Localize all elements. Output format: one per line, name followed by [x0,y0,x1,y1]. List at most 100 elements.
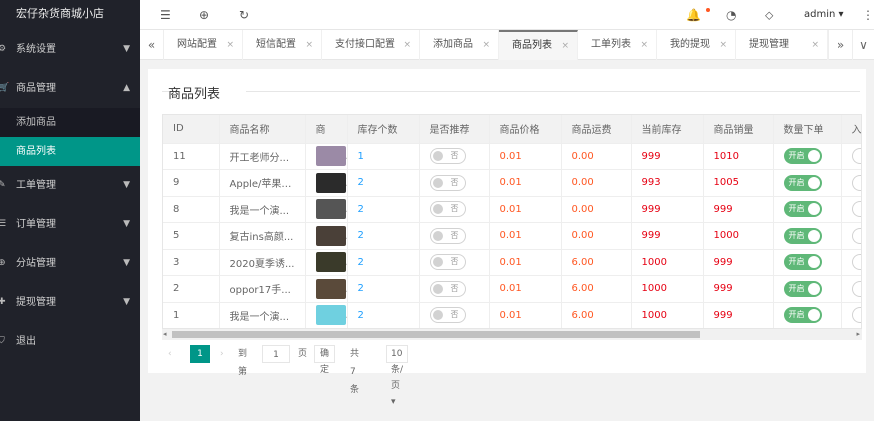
tabs-scroll-right-icon[interactable]: » [828,30,852,60]
cell-price: 0.01 [489,143,562,170]
goto-page-input[interactable]: 1 [262,345,290,363]
order-switch[interactable]: 开启 [783,307,822,324]
product-thumbnail[interactable] [315,172,346,193]
cell-stock-count[interactable]: 2 [347,222,420,250]
product-thumbnail[interactable] [315,252,346,273]
cell-stock-count[interactable]: 2 [347,302,420,329]
recommend-switch[interactable]: 否 [429,280,466,297]
column-header-recommend[interactable]: 是否推荐 [419,115,490,144]
column-header-order-switch[interactable]: 数量下单 [773,115,842,144]
column-header-price[interactable]: 商品价格 [489,115,562,144]
tabs-scroll-left-icon[interactable]: « [140,30,164,60]
column-header-shipping[interactable]: 商品运费 [561,115,632,144]
recommend-switch[interactable]: 否 [429,227,466,244]
tabs-dropdown-icon[interactable]: ∨ [852,30,874,60]
stock-in-switch[interactable] [851,227,861,244]
prev-page-icon[interactable]: ‹ [168,345,172,363]
cell-stock-count[interactable]: 1 [347,143,420,170]
stock-in-switch[interactable] [851,254,861,271]
sidebar-item-site-management[interactable]: ⊕ 分站管理 ▼ [0,244,140,283]
close-icon[interactable]: × [640,30,648,60]
cell-stock-count[interactable]: 2 [347,196,420,223]
recommend-switch[interactable]: 否 [429,174,466,191]
close-icon[interactable]: × [403,30,411,60]
order-switch[interactable]: 开启 [783,201,822,218]
page-current[interactable]: 1 [190,345,210,363]
next-page-icon[interactable]: › [220,345,224,363]
cell-stock-count[interactable]: 2 [347,275,420,303]
tab-ticket-list[interactable]: 工单列表 × [578,30,657,60]
recommend-switch[interactable]: 否 [429,148,466,165]
globe-icon[interactable]: ⊕ [199,0,209,30]
tab-sms-config[interactable]: 短信配置 × [243,30,322,60]
tab-add-product[interactable]: 添加商品 × [420,30,499,60]
bell-icon[interactable]: 🔔 [686,0,701,30]
close-icon[interactable]: × [561,32,569,60]
cell-price: 0.01 [489,275,562,303]
menu-fold-icon[interactable]: ☰ [160,0,171,30]
cell-sales: 999 [703,275,774,303]
column-header-stock-count[interactable]: 库存个数 [347,115,420,144]
order-switch[interactable]: 开启 [783,280,822,297]
page-size-select[interactable]: 10 条/页 ▾ [386,345,409,407]
column-header-current-stock[interactable]: 当前库存 [631,115,704,144]
product-thumbnail[interactable] [315,146,346,167]
tab-payment-config[interactable]: 支付接口配置 × [322,30,420,60]
sidebar-item-product-list[interactable]: 商品列表 [0,137,140,166]
cell-price: 0.01 [489,169,562,197]
order-switch[interactable]: 开启 [783,148,822,165]
stock-in-switch[interactable] [851,280,861,297]
refresh-icon[interactable]: ↻ [239,0,249,30]
sidebar-item-logout[interactable]: ⛉ 退出 [0,322,140,361]
tab-site-config[interactable]: 网站配置 × [164,30,243,60]
recommend-switch[interactable]: 否 [429,307,466,324]
sidebar-item-ticket-management[interactable]: ✎ 工单管理 ▼ [0,166,140,205]
scroll-left-arrow-icon[interactable]: ◂ [163,329,167,340]
close-icon[interactable]: × [226,30,234,60]
close-icon[interactable]: × [811,30,819,60]
column-header-image[interactable]: 商 [305,115,348,144]
dashboard-icon[interactable]: ◔ [726,0,736,30]
product-thumbnail[interactable] [315,225,346,246]
sidebar-item-withdraw-management[interactable]: ✚ 提现管理 ▼ [0,283,140,322]
cell-recommend: 否 [419,196,490,223]
cell-current-stock: 1000 [631,275,704,303]
close-icon[interactable]: × [719,30,727,60]
cell-order-switch: 开启 [773,275,842,303]
tab-my-withdraw[interactable]: 我的提现 × [657,30,736,60]
tab-product-list[interactable]: 商品列表 × [499,30,578,60]
close-icon[interactable]: × [305,30,313,60]
column-header-name[interactable]: 商品名称 [219,115,306,144]
cell-stock-count[interactable]: 2 [347,249,420,276]
stock-in-switch[interactable] [851,201,861,218]
stock-in-switch[interactable] [851,174,861,191]
tab-withdraw-management[interactable]: 提现管理 × [736,30,828,60]
product-thumbnail[interactable] [315,305,346,326]
order-switch[interactable]: 开启 [783,254,822,271]
more-vertical-icon[interactable]: ⋮ [862,0,874,30]
recommend-switch[interactable]: 否 [429,201,466,218]
goto-confirm-button[interactable]: 确定 [314,345,336,375]
scroll-right-arrow-icon[interactable]: ▸ [856,329,860,340]
cell-stock-count[interactable]: 2 [347,169,420,197]
close-icon[interactable]: × [482,30,490,60]
sidebar-item-product-management[interactable]: 🛒 商品管理 ▲ [0,69,140,108]
order-switch[interactable]: 开启 [783,174,822,191]
product-thumbnail[interactable] [315,278,346,299]
sidebar-item-system-settings[interactable]: ⚙ 系统设置 ▼ [0,30,140,69]
order-switch[interactable]: 开启 [783,227,822,244]
sidebar-item-add-product[interactable]: 添加商品 [0,108,140,137]
column-header-sales[interactable]: 商品销量 [703,115,774,144]
column-header-id[interactable]: ID [163,115,220,144]
stock-in-switch[interactable] [851,307,861,324]
user-menu[interactable]: admin ▾ [804,0,844,30]
stock-in-switch[interactable] [851,148,861,165]
tag-icon[interactable]: ⬦ [765,0,773,30]
recommend-switch[interactable]: 否 [429,254,466,271]
column-header-stock-in[interactable]: 入库 [841,115,861,144]
table-horizontal-scrollbar[interactable]: ◂ ▸ [162,328,862,340]
product-thumbnail[interactable] [315,199,346,220]
sidebar-item-label: 系统设置 [16,44,56,55]
sidebar-item-order-management[interactable]: ☰ 订单管理 ▼ [0,205,140,244]
scrollbar-thumb[interactable] [172,331,700,338]
